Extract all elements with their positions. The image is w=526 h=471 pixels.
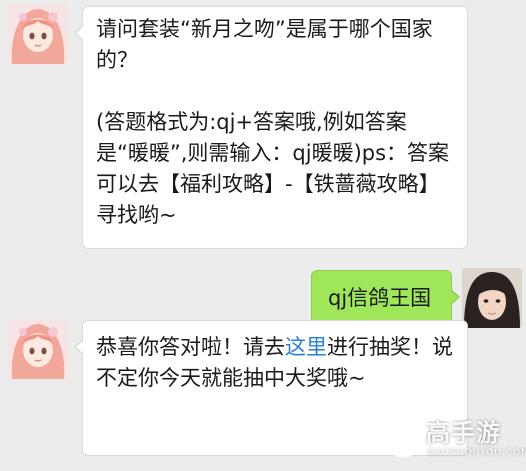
user-avatar-image [462, 268, 522, 328]
reply-text-prefix: 恭喜你答对啦！请去 [96, 335, 285, 359]
user-avatar[interactable] [462, 268, 522, 328]
message-bubble-question[interactable]: 请问套装“新月之吻”是属于哪个国家的？ (答题格式为:qj+答案哦,例如答案是“… [74, 6, 468, 249]
watermark: 高手游 GAOSHOUYOU.COM [384, 418, 526, 464]
anime-girl-avatar[interactable] [8, 4, 68, 64]
message-bubble-answer[interactable]: qj信鸽王国 [311, 270, 460, 327]
anime-girl-avatar-image [8, 4, 68, 64]
gaoshouyou-logo-icon [384, 420, 422, 458]
answer-text: qj信鸽王国 [328, 286, 432, 310]
watermark-domain: GAOSHOUYOU.COM [427, 448, 526, 458]
answer-format-text: (答题格式为:qj+答案哦,例如答案是“暖暖”,则需输入：qj暖暖)ps：答案可… [96, 110, 450, 227]
question-text: 请问套装“新月之吻”是属于哪个国家的？ [96, 17, 433, 72]
anime-girl-avatar[interactable] [8, 319, 68, 379]
reply-link[interactable]: 这里 [285, 335, 327, 359]
anime-girl-avatar-image [8, 319, 68, 379]
watermark-name: 高手游 [426, 419, 501, 447]
